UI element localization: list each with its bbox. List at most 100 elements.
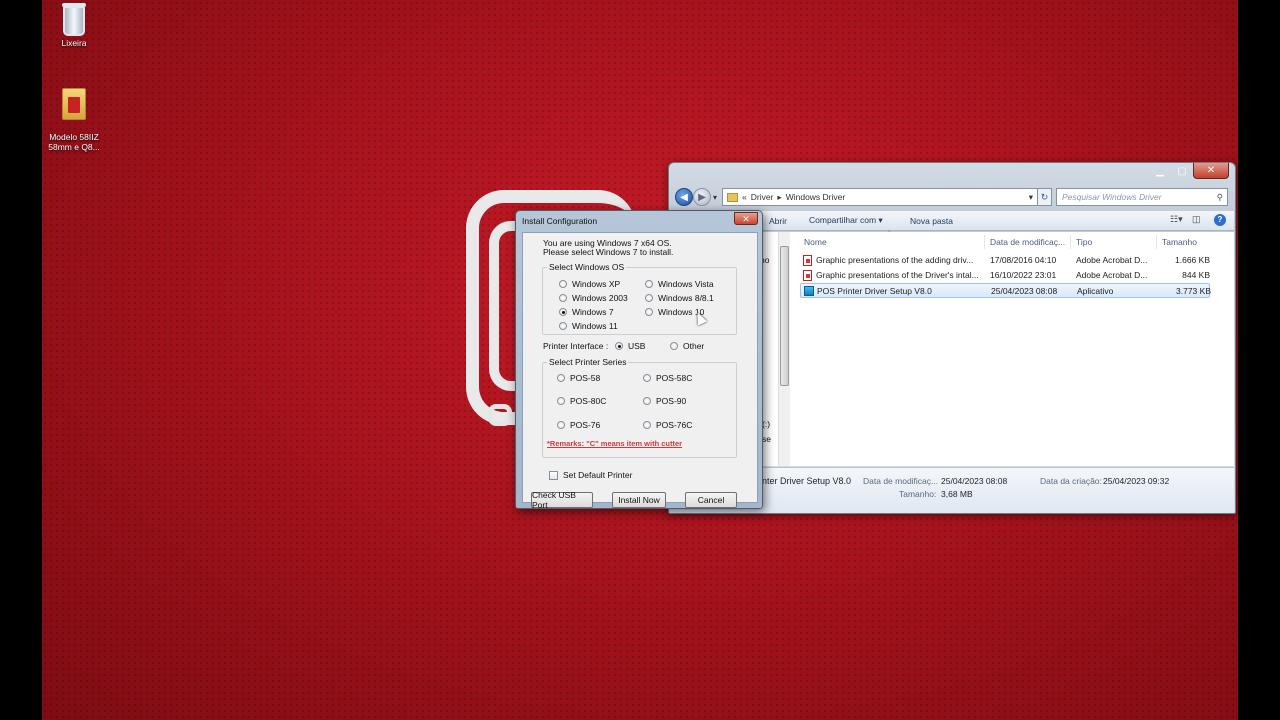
radio-pos-90[interactable]: POS-90 xyxy=(643,396,686,406)
wallpaper-logo-mark xyxy=(488,404,512,426)
os-hint-text: Please select Windows 7 to install. xyxy=(543,247,674,257)
view-options-icon[interactable]: ☷▾ xyxy=(1170,214,1183,226)
file-row[interactable]: Graphic presentations of the Driver's in… xyxy=(800,268,1210,283)
select-os-group: Select Windows OS Windows XP Windows Vis… xyxy=(542,262,737,335)
new-folder-button[interactable]: Nova pasta xyxy=(910,216,953,226)
printer-interface-label: Printer Interface : xyxy=(543,341,609,351)
details-file-name: nter Driver Setup V8.0 xyxy=(762,476,852,486)
radio-pos-58[interactable]: POS-58 xyxy=(557,373,600,383)
install-now-button[interactable]: Install Now xyxy=(612,492,666,508)
file-row[interactable]: Graphic presentations of the adding driv… xyxy=(800,253,1210,268)
file-type: Adobe Acrobat D... xyxy=(1076,270,1148,280)
file-row-selected[interactable]: POS Printer Driver Setup V8.0 25/04/2023… xyxy=(800,283,1211,298)
radio-interface-other[interactable]: Other xyxy=(670,341,704,351)
letterbox-right xyxy=(1238,0,1280,720)
details-created-label: Data da criação: xyxy=(1040,476,1102,486)
column-separator[interactable] xyxy=(1070,235,1071,249)
help-icon[interactable]: ? xyxy=(1214,214,1226,226)
search-input[interactable]: Pesquisar Windows Driver ⚲ xyxy=(1056,188,1229,206)
history-dropdown-icon[interactable]: ▾ xyxy=(713,193,717,202)
file-size: 1.666 KB xyxy=(1175,255,1210,265)
breadcrumb-separator[interactable]: ▸ xyxy=(777,192,781,203)
radio-pos-80c[interactable]: POS-80C xyxy=(557,396,606,406)
radio-windows-vista[interactable]: Windows Vista xyxy=(645,279,714,289)
close-icon[interactable]: ✕ xyxy=(734,212,758,225)
install-configuration-dialog: Install Configuration ✕ You are using Wi… xyxy=(515,210,763,510)
search-icon: ⚲ xyxy=(1216,191,1224,202)
file-date: 17/08/2016 04:10 xyxy=(990,255,1057,265)
desktop-icon-label: Lixeira xyxy=(61,38,87,48)
app-icon xyxy=(804,286,814,296)
column-size[interactable]: Tamanho xyxy=(1162,237,1197,247)
radio-windows-8[interactable]: Windows 8/8.1 xyxy=(645,293,714,303)
breadcrumb-overflow[interactable]: « xyxy=(742,192,747,202)
letterbox-left xyxy=(0,0,42,720)
desktop-icon-label: Modelo 58IIZ 58mm e Q8... xyxy=(48,132,100,152)
address-bar[interactable]: « Driver ▸ Windows Driver ▾ xyxy=(722,188,1039,206)
radio-windows-xp[interactable]: Windows XP xyxy=(559,279,620,289)
set-default-printer-checkbox[interactable]: Set Default Printer xyxy=(549,470,632,480)
details-modified-label: Data de modificaç... xyxy=(863,476,939,486)
sort-up-icon: ˆ xyxy=(888,231,891,238)
folder-icon xyxy=(727,192,739,202)
recycle-bin-icon xyxy=(62,3,86,36)
pdf-icon xyxy=(803,270,812,281)
radio-windows-11[interactable]: Windows 11 xyxy=(559,321,618,331)
file-name: POS Printer Driver Setup V8.0 xyxy=(817,286,932,296)
file-size: 844 KB xyxy=(1182,270,1210,280)
share-button[interactable]: Compartilhar com ▾ xyxy=(809,215,883,226)
folder-icon xyxy=(62,88,86,120)
column-separator[interactable] xyxy=(1156,235,1157,249)
dialog-title: Install Configuration xyxy=(522,216,598,226)
dialog-body: You are using Windows 7 x64 OS. Please s… xyxy=(522,232,758,510)
details-size-value: 3,68 MB xyxy=(941,489,973,499)
refresh-icon[interactable]: ↻ xyxy=(1038,188,1053,206)
chevron-down-icon[interactable]: ▾ xyxy=(1029,192,1033,203)
column-separator[interactable] xyxy=(984,235,985,249)
radio-pos-58c[interactable]: POS-58C xyxy=(643,373,692,383)
column-date[interactable]: Data de modificaç... xyxy=(990,237,1065,247)
radio-pos-76c[interactable]: POS-76C xyxy=(643,420,692,430)
navigation-scrollbar[interactable] xyxy=(778,232,790,466)
close-icon[interactable]: ✕ xyxy=(1193,163,1229,179)
maximize-icon[interactable]: ▢ xyxy=(1171,163,1193,179)
cutter-remark: *Remarks: "C" means item with cutter xyxy=(547,439,683,448)
details-size-label: Tamanho: xyxy=(899,489,937,499)
desktop-icon-recycle-bin[interactable]: Lixeira xyxy=(42,3,109,48)
back-icon[interactable]: ◀ xyxy=(675,188,693,206)
select-os-legend: Select Windows OS xyxy=(547,262,627,272)
file-date: 16/10/2022 23:01 xyxy=(990,270,1057,280)
radio-windows-7[interactable]: Windows 7 xyxy=(559,307,614,317)
preview-pane-icon[interactable]: ◫ xyxy=(1192,214,1204,226)
radio-interface-usb[interactable]: USB xyxy=(615,341,645,351)
details-modified-value: 25/04/2023 08:08 xyxy=(941,476,1008,486)
details-created-value: 25/04/2023 09:32 xyxy=(1103,476,1170,486)
file-type: Aplicativo xyxy=(1077,286,1114,296)
select-series-legend: Select Printer Series xyxy=(547,357,629,367)
breadcrumb-driver[interactable]: Driver xyxy=(751,192,774,202)
file-type: Adobe Acrobat D... xyxy=(1076,255,1148,265)
column-type[interactable]: Tipo xyxy=(1076,237,1092,247)
file-list: Nome ˆ Data de modificaç... Tipo Tamanho… xyxy=(794,231,1211,466)
column-name[interactable]: Nome xyxy=(804,237,827,247)
search-placeholder: Pesquisar Windows Driver xyxy=(1062,192,1162,202)
scrollbar-thumb[interactable] xyxy=(780,246,789,386)
minimize-icon[interactable]: ▁ xyxy=(1149,163,1171,179)
cancel-button[interactable]: Cancel xyxy=(685,492,737,508)
nav-item-partial[interactable]: se xyxy=(762,434,771,444)
open-button[interactable]: Abrir xyxy=(769,216,787,226)
radio-pos-76[interactable]: POS-76 xyxy=(557,420,600,430)
nav-item-partial[interactable]: (:) xyxy=(762,419,770,429)
window-controls: ▁ ▢ ✕ xyxy=(1149,163,1229,179)
radio-windows-2003[interactable]: Windows 2003 xyxy=(559,293,628,303)
select-series-group: Select Printer Series POS-58 POS-58C POS… xyxy=(542,357,737,458)
file-name: Graphic presentations of the Driver's in… xyxy=(816,270,979,280)
file-date: 25/04/2023 08:08 xyxy=(991,286,1058,296)
column-headers: Nome ˆ Data de modificaç... Tipo Tamanho xyxy=(794,231,1210,250)
address-row: ◀ ▶ ▾ « Driver ▸ Windows Driver ▾ ↻ Pesq… xyxy=(675,186,1229,208)
forward-icon[interactable]: ▶ xyxy=(693,188,711,206)
breadcrumb-current[interactable]: Windows Driver xyxy=(786,192,846,202)
check-usb-port-button[interactable]: Check USB Port xyxy=(531,490,593,510)
pdf-icon xyxy=(803,255,812,266)
desktop-icon-folder[interactable]: Modelo 58IIZ 58mm e Q8... xyxy=(42,78,109,162)
